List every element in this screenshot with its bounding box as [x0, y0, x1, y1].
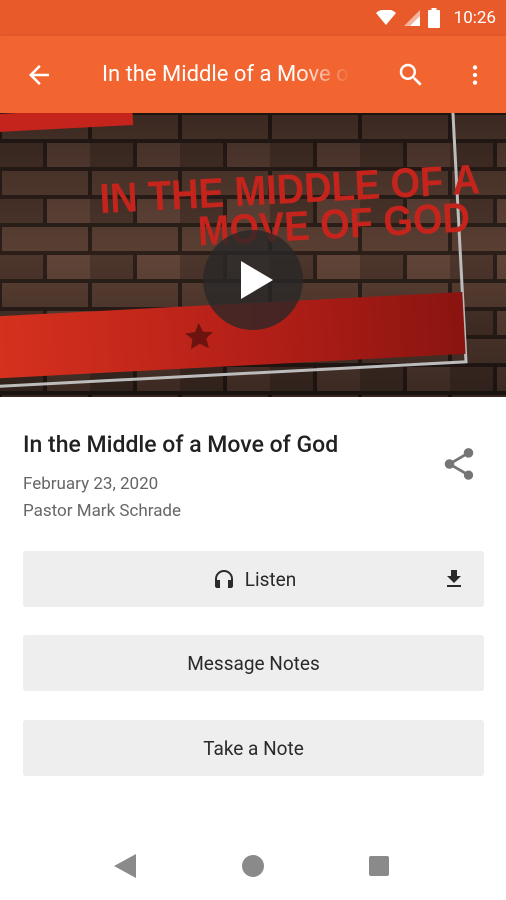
nav-back-icon[interactable] — [114, 854, 136, 878]
sermon-speaker: Pastor Mark Schrade — [23, 501, 182, 521]
take-note-label: Take a Note — [203, 736, 304, 760]
status-time: 10:26 — [453, 8, 496, 28]
arrow-back-icon[interactable] — [24, 60, 54, 90]
nav-recents-icon[interactable] — [369, 856, 389, 876]
play-button[interactable] — [203, 230, 303, 330]
status-bar: 10:26 — [0, 0, 506, 36]
message-notes-button[interactable]: Message Notes — [23, 635, 484, 691]
search-icon[interactable] — [396, 60, 426, 90]
more-vert-icon[interactable] — [462, 60, 488, 90]
wifi-icon — [375, 10, 396, 25]
headphones-icon — [214, 570, 233, 588]
listen-label: Listen — [244, 567, 297, 591]
sermon-date: February 23, 2020 — [23, 474, 159, 494]
system-nav-bar — [0, 828, 506, 900]
sermon-title: In the Middle of a Move of God — [23, 431, 339, 458]
signal-icon — [403, 10, 420, 26]
nav-home-icon[interactable] — [242, 855, 264, 877]
download-icon[interactable] — [442, 567, 466, 591]
battery-icon — [427, 8, 440, 28]
listen-button[interactable]: Listen — [23, 551, 484, 607]
message-notes-label: Message Notes — [187, 651, 320, 675]
app-bar-title: In the Middle of a Move of God — [102, 62, 352, 87]
app-bar: In the Middle of a Move of God — [0, 36, 506, 113]
play-icon[interactable] — [239, 261, 273, 299]
share-icon[interactable] — [440, 445, 478, 483]
take-note-button[interactable]: Take a Note — [23, 720, 484, 776]
